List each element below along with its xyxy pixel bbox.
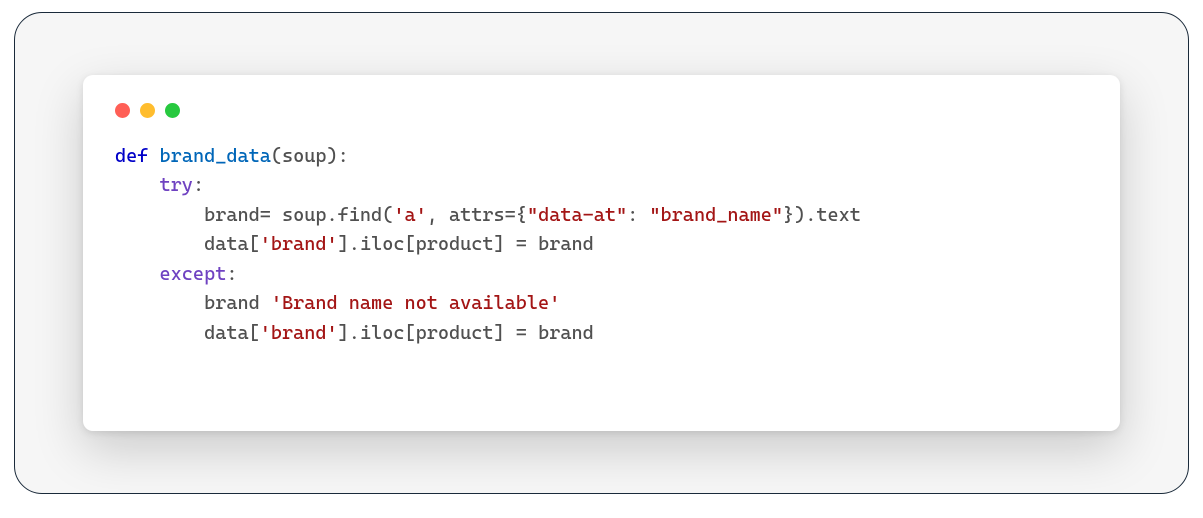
kw-def: def bbox=[115, 145, 148, 167]
code-text: , attrs={ bbox=[427, 204, 527, 226]
code-card: def brand_data(soup): try: brand= soup.f… bbox=[83, 75, 1120, 431]
outer-card: def brand_data(soup): try: brand= soup.f… bbox=[14, 12, 1189, 494]
code-block: def brand_data(soup): try: brand= soup.f… bbox=[115, 142, 1088, 348]
code-text: : bbox=[627, 204, 649, 226]
code-text: brand bbox=[115, 292, 271, 314]
fn-name: brand_data bbox=[160, 145, 271, 167]
minimize-icon bbox=[140, 103, 155, 118]
string-literal: 'Brand name not available' bbox=[271, 292, 560, 314]
code-text: ].iloc[product] = brand bbox=[338, 322, 594, 344]
string-literal: "data-at" bbox=[527, 204, 627, 226]
close-icon bbox=[115, 103, 130, 118]
punct: : bbox=[226, 263, 237, 285]
string-literal: 'a' bbox=[393, 204, 426, 226]
string-literal: 'brand' bbox=[260, 233, 338, 255]
string-literal: "brand_name" bbox=[649, 204, 783, 226]
zoom-icon bbox=[165, 103, 180, 118]
code-text: data[ bbox=[115, 233, 260, 255]
punct: : bbox=[193, 174, 204, 196]
fn-params: (soup): bbox=[271, 145, 349, 167]
code-text: brand= soup.find( bbox=[115, 204, 393, 226]
code-text: ].iloc[product] = brand bbox=[338, 233, 594, 255]
string-literal: 'brand' bbox=[260, 322, 338, 344]
kw-except: except bbox=[160, 263, 227, 285]
kw-try: try bbox=[160, 174, 193, 196]
code-text: }).text bbox=[783, 204, 861, 226]
code-text: data[ bbox=[115, 322, 260, 344]
window-controls bbox=[115, 103, 1088, 118]
